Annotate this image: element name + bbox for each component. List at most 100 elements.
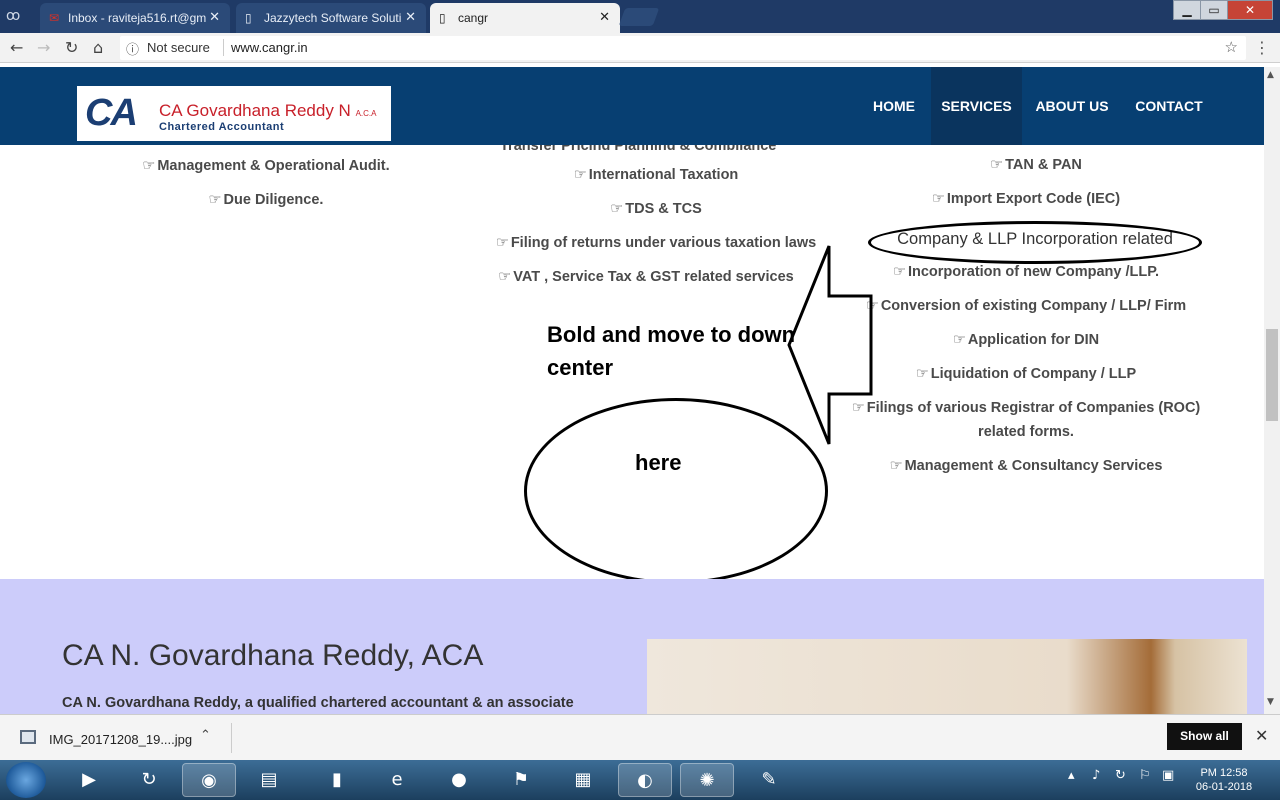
home-icon[interactable]: ⌂ <box>93 38 103 57</box>
service-item: ☞ Import Export Code (IEC) <box>931 191 1121 207</box>
service-item: ☞ Filings of various Registrar of Compani… <box>851 400 1201 416</box>
pointing-hand-icon: ☞ <box>142 158 156 174</box>
service-item: ☞ Incorporation of new Company /LLP. <box>892 264 1160 280</box>
reload-icon[interactable]: ↻ <box>65 38 78 57</box>
service-item: ☞ Conversion of existing Company / LLP/ F… <box>865 298 1187 314</box>
paint-icon[interactable]: ✎ <box>742 763 796 797</box>
sync-icon[interactable]: ↻ <box>1115 768 1126 783</box>
page-icon: ▯ <box>439 11 446 25</box>
service-item: ☞ Liquidation of Company / LLP <box>915 366 1137 382</box>
chrome-icon[interactable]: ◉ <box>182 763 236 797</box>
annotation-instruction: Bold and move to down center <box>547 322 796 380</box>
logo-name: CA Govardhana Reddy N A.C.A <box>159 101 377 120</box>
profile-icon[interactable]: ꝏ <box>6 8 26 24</box>
browser-menu-icon[interactable]: ⋮ <box>1254 38 1270 57</box>
page-scrollbar[interactable]: ▲ ▼ <box>1264 67 1280 714</box>
show-all-button[interactable]: Show all <box>1167 723 1242 750</box>
nav-home[interactable]: HOME <box>860 67 928 145</box>
maximize-button[interactable]: ▭ <box>1200 0 1228 20</box>
about-section: CA N. Govardhana Reddy, ACA CA N. Govard… <box>0 579 1264 719</box>
close-tab-icon[interactable]: ✕ <box>209 10 220 25</box>
address-bar[interactable]: ⓘ Not secure www.cangr.in ☆ <box>120 36 1246 60</box>
divider <box>231 723 232 753</box>
logo-subtitle: Chartered Accountant <box>159 121 285 133</box>
about-heading: CA N. Govardhana Reddy, ACA <box>62 639 484 672</box>
browser-tab-strip: ꝏ ✉ Inbox - raviteja516.rt@gm ✕ ▯ Jazzyt… <box>0 0 1280 33</box>
pointing-hand-icon: ☞ <box>610 201 624 217</box>
logo-mark: CA <box>85 92 138 134</box>
internet-explorer-icon[interactable]: e <box>370 763 424 797</box>
security-label: Not secure <box>147 40 210 55</box>
info-icon[interactable]: ⓘ <box>126 39 139 58</box>
flag-icon[interactable]: ⚐ <box>1139 768 1151 783</box>
nav-services[interactable]: SERVICES <box>931 67 1022 145</box>
chevron-up-icon[interactable]: ⌃ <box>200 728 211 743</box>
close-shelf-icon[interactable]: ✕ <box>1255 726 1268 745</box>
forward-icon[interactable]: → <box>37 38 50 57</box>
site-header: CA CA Govardhana Reddy N A.C.A Chartered… <box>0 67 1264 145</box>
gmail-icon: ✉ <box>49 11 60 25</box>
tab-title: Inbox - raviteja516.rt@gm <box>68 11 207 25</box>
site-logo[interactable]: CA CA Govardhana Reddy N A.C.A Chartered… <box>77 86 391 141</box>
app-icon[interactable]: ✺ <box>680 763 734 797</box>
new-tab-button[interactable] <box>618 8 660 26</box>
service-item-continuation: related forms. <box>978 424 1074 440</box>
close-tab-icon[interactable]: ✕ <box>405 10 416 25</box>
pointing-hand-icon: ☞ <box>208 192 222 208</box>
network-icon[interactable]: ▣ <box>1162 768 1174 783</box>
refresh-app-icon[interactable]: ↻ <box>122 763 176 797</box>
pdf-reader-icon[interactable]: ⚑ <box>494 763 548 797</box>
service-item: ☞ Management & Operational Audit. <box>142 158 390 174</box>
photo-viewer-icon[interactable]: ◐ <box>618 763 672 797</box>
tab-cangr[interactable]: ▯ cangr ✕ <box>430 3 620 33</box>
scroll-down-icon[interactable]: ▼ <box>1267 697 1274 707</box>
annotation-ellipse-target <box>524 398 828 584</box>
system-clock[interactable]: PM 12:58 06-01-2018 <box>1192 766 1256 794</box>
pointing-hand-icon: ☞ <box>952 332 966 348</box>
start-button[interactable] <box>6 762 46 798</box>
firefox-icon[interactable]: ● <box>432 763 486 797</box>
bookmark-star-icon[interactable]: ☆ <box>1225 38 1238 56</box>
nav-about-us[interactable]: ABOUT US <box>1026 67 1118 145</box>
pointing-hand-icon: ☞ <box>931 191 945 207</box>
service-item: ☞ TAN & PAN <box>990 157 1082 173</box>
minimize-button[interactable]: ▁ <box>1173 0 1201 20</box>
image-file-icon <box>20 730 36 744</box>
download-shelf: IMG_20171208_19....jpg ⌃ Show all ✕ <box>0 714 1280 760</box>
pointing-hand-icon: ☞ <box>990 157 1004 173</box>
service-item: ☞ Management & Consultancy Services <box>889 458 1163 474</box>
pointing-hand-icon: ☞ <box>498 269 512 285</box>
service-item: ☞ International Taxation <box>573 167 739 183</box>
divider <box>223 39 224 56</box>
service-item: ☞ Application for DIN <box>952 332 1100 348</box>
tally-erp-icon[interactable]: ▮ <box>310 763 364 797</box>
annotation-arrow-icon <box>787 245 873 445</box>
tab-title: Jazzytech Software Soluti <box>264 11 402 25</box>
show-hidden-icons-icon[interactable]: ▴ <box>1068 768 1075 783</box>
tab-title: cangr <box>458 11 489 25</box>
download-filename[interactable]: IMG_20171208_19....jpg <box>49 732 192 747</box>
back-icon[interactable]: ← <box>10 38 23 57</box>
media-player-icon[interactable]: ▶ <box>62 763 116 797</box>
scrollbar-thumb[interactable] <box>1266 329 1278 421</box>
page-icon: ▯ <box>245 11 252 25</box>
volume-icon[interactable]: ♪ <box>1092 768 1100 783</box>
tab-gmail[interactable]: ✉ Inbox - raviteja516.rt@gm ✕ <box>40 3 230 33</box>
nav-contact[interactable]: CONTACT <box>1126 67 1212 145</box>
pointing-hand-icon: ☞ <box>892 264 906 280</box>
calculator-icon[interactable]: ▦ <box>556 763 610 797</box>
annotation-target-label: here <box>635 450 682 475</box>
service-item: ☞ Due Diligence. <box>208 192 324 208</box>
pointing-hand-icon: ☞ <box>573 167 587 183</box>
annotation-ellipse-heading <box>868 221 1202 264</box>
file-explorer-icon[interactable]: ▤ <box>242 763 296 797</box>
browser-toolbar: ← → ↻ ⌂ ⓘ Not secure www.cangr.in ☆ ⋮ <box>0 33 1280 63</box>
url-text[interactable]: www.cangr.in <box>231 40 308 55</box>
close-tab-icon[interactable]: ✕ <box>599 10 610 25</box>
profile-photo <box>647 639 1247 719</box>
scroll-up-icon[interactable]: ▲ <box>1267 70 1274 80</box>
about-text: CA N. Govardhana Reddy, a qualified char… <box>62 695 574 711</box>
window-close-button[interactable]: ✕ <box>1227 0 1273 20</box>
pointing-hand-icon: ☞ <box>889 458 903 474</box>
tab-jazzytech[interactable]: ▯ Jazzytech Software Soluti ✕ <box>236 3 426 33</box>
